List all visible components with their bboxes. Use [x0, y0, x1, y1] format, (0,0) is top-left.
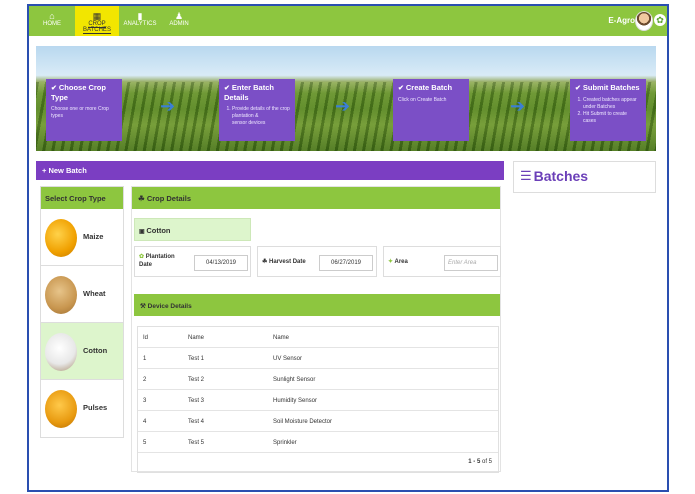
crop-details-panel: ☘ Crop Details ▣ Cotton ✿ Plantation Dat…: [131, 186, 501, 473]
top-navbar: ⌂ HOME ▦ CROP BATCHES ▮ ANALYTICS ♟ ADMI…: [29, 6, 667, 36]
harvest-date-field: ☘ Harvest Date 06/27/2019: [257, 246, 377, 277]
arrow-right-icon: ➔: [510, 96, 526, 116]
user-icon: ♟: [174, 11, 184, 21]
harvest-icon: ☘: [262, 259, 270, 265]
field-rows-decoration: [36, 82, 656, 151]
crop-type-title: Select Crop Type: [41, 187, 123, 209]
nav-crop-batches[interactable]: ▦ CROP BATCHES: [75, 6, 119, 36]
crop-option-pulses[interactable]: Pulses: [41, 380, 123, 437]
nav-home[interactable]: ⌂ HOME: [35, 6, 69, 36]
plant-icon: ☘: [138, 194, 147, 203]
step-create-batch: ✔ Create Batch Click on Create Batch: [393, 79, 469, 141]
table-row[interactable]: 1 Test 1 UV Sensor: [138, 348, 498, 369]
plantation-date-input[interactable]: 04/13/2019: [194, 255, 248, 271]
pager-text: 1 - 5 of 5: [468, 459, 492, 465]
area-field: ✦ Area Enter Area: [383, 246, 501, 277]
bar-chart-icon: ▮: [137, 11, 143, 21]
crop-option-maize[interactable]: Maize: [41, 209, 123, 266]
step-enter-details: ✔Enter Batch Details Provide details of …: [219, 79, 295, 141]
table-row[interactable]: 5 Test 5 Sprinkler: [138, 432, 498, 453]
batches-panel: ☰ Batches: [513, 161, 656, 193]
cotton-image: [45, 333, 77, 371]
sprout-icon: ✿: [139, 254, 146, 260]
instructions-banner: ✔ Choose Crop Type Choose one or more Cro…: [36, 46, 656, 151]
step-choose-crop: ✔ Choose Crop Type Choose one or more Cro…: [46, 79, 122, 141]
arrow-right-icon: ➔: [335, 96, 351, 116]
app-frame: ⌂ HOME ▦ CROP BATCHES ▮ ANALYTICS ♟ ADMI…: [27, 4, 669, 492]
device-table: Id Name Name 1 Test 1 UV Sensor 2 Test 2…: [137, 326, 499, 473]
new-batch-button[interactable]: + New Batch: [36, 161, 504, 180]
table-row[interactable]: 4 Test 4 Soil Moisture Detector: [138, 411, 498, 432]
grid-icon: ▦: [92, 11, 102, 21]
plantation-date-label: ✿ Plantation Date: [139, 254, 175, 268]
device-details-header: ⚒ Device Details: [134, 294, 500, 316]
selected-crop-tag: ▣ Cotton: [134, 218, 251, 241]
harvest-date-label: ☘ Harvest Date: [262, 259, 306, 265]
table-row[interactable]: 2 Test 2 Sunlight Sensor: [138, 369, 498, 390]
wrench-icon: ⚒: [140, 303, 148, 310]
table-pager: 1 - 5 of 5: [138, 453, 498, 472]
home-icon: ⌂: [49, 11, 55, 21]
wheat-image: [45, 276, 77, 314]
leaf-icon[interactable]: ✿: [654, 14, 666, 26]
plantation-date-field: ✿ Plantation Date 04/13/2019: [134, 246, 251, 277]
nav-admin[interactable]: ♟ ADMIN: [165, 6, 193, 36]
area-label: ✦ Area: [388, 259, 408, 265]
brand-name: E-Agro: [608, 16, 635, 25]
crop-details-header: ☘ Crop Details: [132, 187, 500, 209]
check-icon: ✔: [398, 85, 404, 92]
check-icon: ✔: [224, 85, 230, 92]
crop-type-panel: Select Crop Type Maize Wheat Cotton Puls…: [40, 186, 124, 438]
avatar[interactable]: [635, 11, 653, 31]
crop-option-wheat[interactable]: Wheat: [41, 266, 123, 323]
crop-option-cotton[interactable]: Cotton: [41, 323, 123, 380]
pulses-image: [45, 390, 77, 428]
area-input[interactable]: Enter Area: [444, 255, 498, 271]
table-row[interactable]: 3 Test 3 Humidity Sensor: [138, 390, 498, 411]
nav-analytics[interactable]: ▮ ANALYTICS: [123, 6, 157, 36]
check-icon: ✔: [51, 85, 57, 92]
maize-image: [45, 219, 77, 257]
batches-title: Batches: [533, 168, 589, 184]
check-icon: ✔: [575, 85, 581, 92]
arrow-right-icon: ➔: [160, 96, 176, 116]
step-submit-batches: ✔Submit Batches Created batches appear u…: [570, 79, 646, 141]
table-header-row: Id Name Name: [138, 327, 498, 348]
harvest-date-input[interactable]: 06/27/2019: [319, 255, 373, 271]
list-icon: ☰: [520, 168, 532, 183]
